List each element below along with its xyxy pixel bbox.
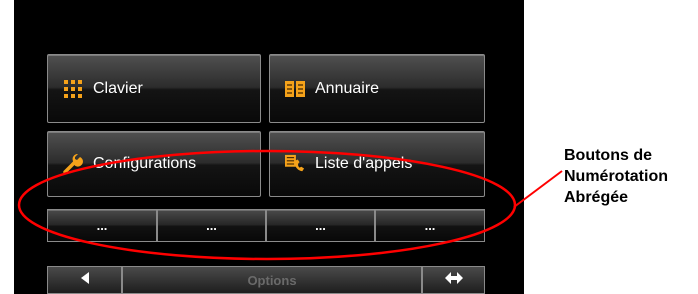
keypad-grid-icon — [63, 79, 83, 98]
annotation-line-3: Abrégée — [564, 189, 629, 206]
device-screen: Clavier Annuaire Configurations Liste d'… — [14, 0, 524, 294]
annotation-line-2: Numérotation — [564, 168, 668, 185]
configurations-button[interactable]: Configurations — [47, 131, 261, 197]
wrench-icon — [63, 154, 83, 174]
options-label: Options — [247, 272, 297, 288]
annuaire-label: Annuaire — [315, 79, 380, 97]
speed-dial-button-3[interactable]: ... — [266, 209, 375, 242]
previous-button[interactable] — [47, 266, 122, 294]
left-right-arrows-icon — [444, 271, 464, 290]
call-list-icon — [285, 154, 305, 173]
speed-dial-button-1[interactable]: ... — [47, 209, 157, 242]
configurations-label: Configurations — [93, 155, 197, 172]
phonebook-icon — [285, 80, 305, 98]
annotation-line-1: Boutons de — [564, 147, 652, 164]
liste-appels-button[interactable]: Liste d'appels — [269, 131, 485, 197]
annotation-label: Boutons de Numérotation Abrégée — [564, 145, 698, 208]
options-bar[interactable]: Options — [122, 266, 422, 294]
page: Clavier Annuaire Configurations Liste d'… — [0, 0, 698, 294]
liste-appels-label: Liste d'appels — [315, 155, 413, 172]
speed-dial-button-4[interactable]: ... — [375, 209, 485, 242]
triangle-left-icon — [80, 271, 90, 290]
clavier-button[interactable]: Clavier — [47, 54, 261, 123]
clavier-label: Clavier — [93, 79, 143, 97]
annuaire-button[interactable]: Annuaire — [269, 54, 485, 123]
left-right-button[interactable] — [422, 266, 485, 294]
speed-dial-button-2[interactable]: ... — [157, 209, 266, 242]
